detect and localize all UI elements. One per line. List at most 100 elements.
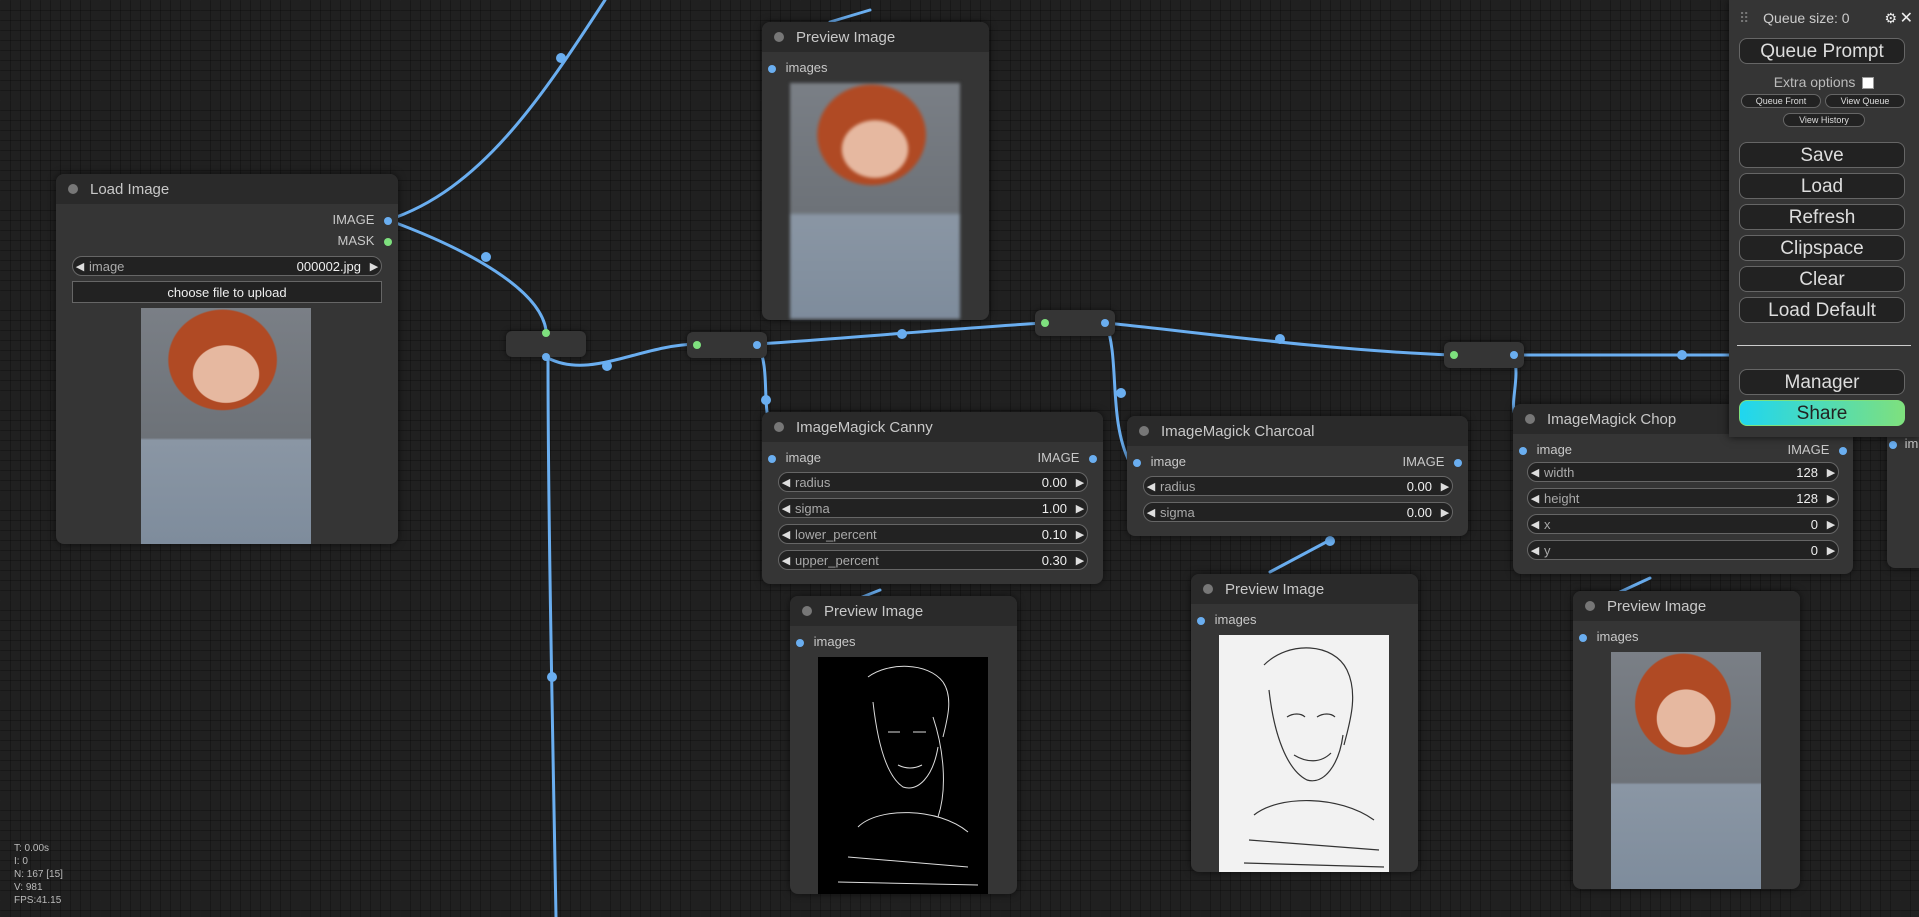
output-slot-image[interactable]: IMAGE [1747,442,1847,458]
imagemagick-charcoal-node[interactable]: ImageMagick Charcoal image IMAGE ◀ radiu… [1127,416,1468,536]
output-dot-icon[interactable] [1510,351,1518,359]
output-dot-icon[interactable] [384,237,392,246]
extra-options-checkbox[interactable] [1862,77,1875,90]
load-image-node[interactable]: Load Image IMAGE MASK ◀ image 000002.jpg… [56,174,398,544]
sigma-widget[interactable]: ◀ sigma 0.00 ▶ [1143,502,1453,522]
queue-menu-panel[interactable]: ⠿ Queue size: 0 ⚙ ✕ Queue Prompt Extra o… [1729,0,1919,437]
output-dot-icon[interactable] [1101,319,1109,327]
upload-button[interactable]: choose file to upload [72,281,382,303]
arrow-right-icon[interactable]: ▶ [1073,554,1087,567]
radius-widget[interactable]: ◀ radius 0.00 ▶ [778,472,1088,492]
save-button[interactable]: Save [1739,142,1905,168]
upper-percent-widget[interactable]: ◀ upper_percent 0.30 ▶ [778,550,1088,570]
arrow-right-icon[interactable]: ▶ [1073,502,1087,515]
output-dot-icon[interactable] [1089,454,1097,463]
arrow-right-icon[interactable]: ▶ [1824,518,1838,531]
input-dot-icon[interactable] [1197,616,1205,625]
input-dot-icon[interactable] [796,638,804,647]
node-title-bar[interactable]: Preview Image [1191,574,1418,604]
node-title-bar[interactable]: Load Image [56,174,398,204]
arrow-left-icon[interactable]: ◀ [779,528,793,541]
queue-front-button[interactable]: Queue Front [1741,94,1821,108]
arrow-left-icon[interactable]: ◀ [1528,466,1542,479]
node-title-bar[interactable]: ImageMagick Canny [762,412,1103,442]
output-slot-image[interactable]: IMAGE [272,212,392,228]
radius-widget[interactable]: ◀ radius 0.00 ▶ [1143,476,1453,496]
output-dot-icon[interactable] [384,216,392,225]
collapse-dot-icon[interactable] [802,606,812,616]
output-slot-image[interactable]: IMAGE [997,450,1097,466]
input-slot-image[interactable]: image [1519,442,1572,458]
view-queue-button[interactable]: View Queue [1825,94,1905,108]
arrow-left-icon[interactable]: ◀ [1144,506,1158,519]
output-dot-icon[interactable] [1454,458,1462,467]
load-default-button[interactable]: Load Default [1739,297,1905,323]
arrow-right-icon[interactable]: ▶ [1824,492,1838,505]
input-dot-icon[interactable] [768,64,776,73]
arrow-left-icon[interactable]: ◀ [73,260,87,273]
collapse-dot-icon[interactable] [1585,601,1595,611]
partial-node[interactable]: im [1887,428,1919,568]
preview-image-node[interactable]: Preview Image images [762,22,989,320]
queue-prompt-button[interactable]: Queue Prompt [1739,38,1905,64]
y-widget[interactable]: ◀ y 0 ▶ [1527,540,1839,560]
input-slot-images[interactable]: images [1579,629,1639,645]
height-widget[interactable]: ◀ height 128 ▶ [1527,488,1839,508]
arrow-left-icon[interactable]: ◀ [1528,518,1542,531]
reroute-node[interactable] [1035,310,1115,336]
close-icon[interactable]: ✕ [1900,8,1913,28]
node-title-bar[interactable]: Preview Image [1573,591,1800,621]
arrow-right-icon[interactable]: ▶ [1073,528,1087,541]
input-dot-icon[interactable] [1133,458,1141,467]
input-slot-partial[interactable]: im [1889,436,1918,452]
manager-button[interactable]: Manager [1739,369,1905,395]
preview-image-node[interactable]: Preview Image images [1191,574,1418,872]
reroute-node[interactable] [1444,342,1524,368]
image-combo-widget[interactable]: ◀ image 000002.jpg ▶ [72,256,382,276]
arrow-left-icon[interactable]: ◀ [1528,492,1542,505]
load-button[interactable]: Load [1739,173,1905,199]
arrow-right-icon[interactable]: ▶ [1824,544,1838,557]
gear-icon[interactable]: ⚙ [1884,10,1897,27]
arrow-right-icon[interactable]: ▶ [1073,476,1087,489]
arrow-left-icon[interactable]: ◀ [1528,544,1542,557]
output-dot-icon[interactable] [753,341,761,349]
input-dot-icon[interactable] [1889,440,1897,449]
collapse-dot-icon[interactable] [1139,426,1149,436]
clipspace-button[interactable]: Clipspace [1739,235,1905,261]
input-slot-images[interactable]: images [768,60,828,76]
collapse-dot-icon[interactable] [1203,584,1213,594]
share-button[interactable]: Share [1739,400,1905,426]
collapse-dot-icon[interactable] [774,422,784,432]
imagemagick-canny-node[interactable]: ImageMagick Canny image IMAGE ◀ radius 0… [762,412,1103,584]
input-dot-icon[interactable] [1579,633,1587,642]
node-title-bar[interactable]: Preview Image [790,596,1017,626]
width-widget[interactable]: ◀ width 128 ▶ [1527,462,1839,482]
preview-image-node[interactable]: Preview Image images [790,596,1017,894]
input-dot-icon[interactable] [542,329,550,337]
node-title-bar[interactable]: Preview Image [762,22,989,52]
preview-image-node[interactable]: Preview Image images [1573,591,1800,889]
input-slot-image[interactable]: image [1133,454,1186,470]
arrow-right-icon[interactable]: ▶ [1438,480,1452,493]
input-slot-images[interactable]: images [796,634,856,650]
arrow-right-icon[interactable]: ▶ [1824,466,1838,479]
input-dot-icon[interactable] [1519,446,1527,455]
collapse-dot-icon[interactable] [68,184,78,194]
output-dot-icon[interactable] [542,353,550,361]
arrow-left-icon[interactable]: ◀ [779,554,793,567]
view-history-button[interactable]: View History [1783,113,1865,127]
input-slot-image[interactable]: image [768,450,821,466]
collapse-dot-icon[interactable] [774,32,784,42]
input-slot-images[interactable]: images [1197,612,1257,628]
node-title-bar[interactable]: ImageMagick Charcoal [1127,416,1468,446]
arrow-left-icon[interactable]: ◀ [779,502,793,515]
sigma-widget[interactable]: ◀ sigma 1.00 ▶ [778,498,1088,518]
x-widget[interactable]: ◀ x 0 ▶ [1527,514,1839,534]
clear-button[interactable]: Clear [1739,266,1905,292]
input-dot-icon[interactable] [1041,319,1049,327]
arrow-left-icon[interactable]: ◀ [1144,480,1158,493]
arrow-right-icon[interactable]: ▶ [1438,506,1452,519]
reroute-node[interactable] [687,332,767,358]
output-dot-icon[interactable] [1839,446,1847,455]
